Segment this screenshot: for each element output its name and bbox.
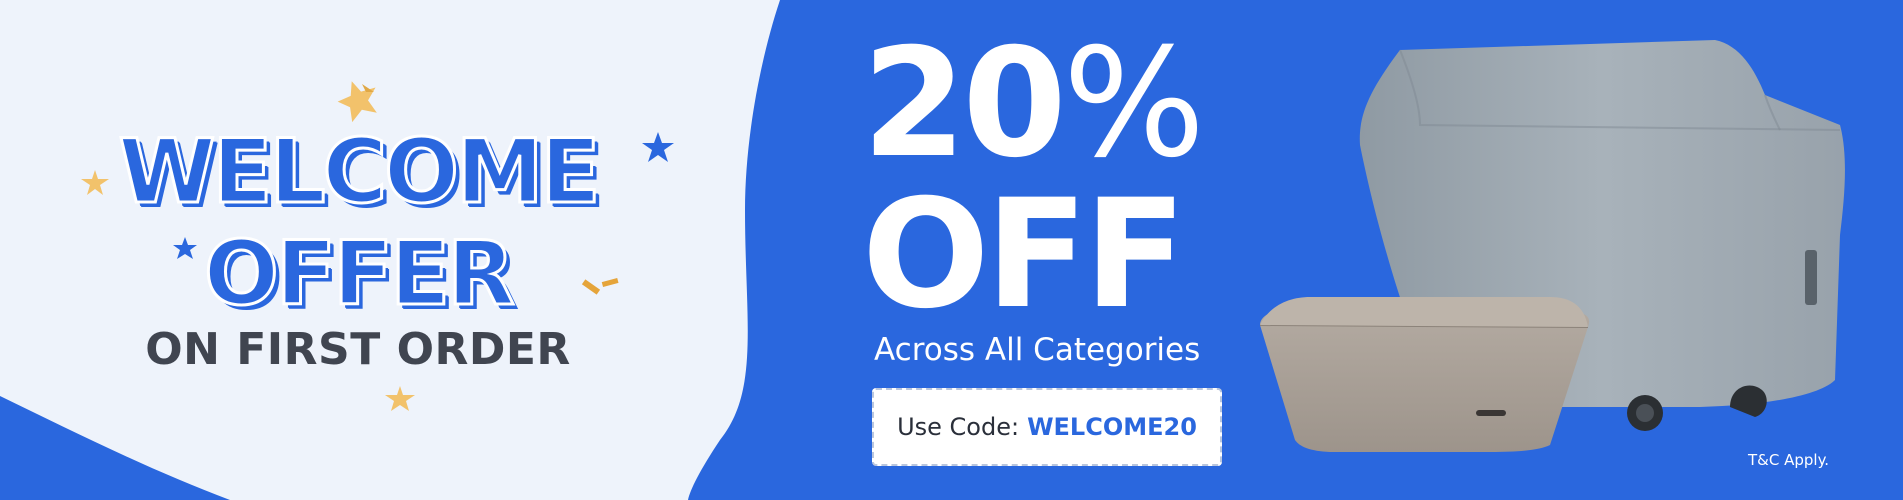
fire-pit-cover-image: [1259, 297, 1590, 452]
discount-sign: %: [1062, 17, 1206, 191]
headline-welcome: WELCOME: [117, 120, 602, 223]
coupon-code-label: Use Code:: [897, 413, 1020, 441]
headline-offer: OFFER: [203, 222, 517, 325]
discount-scope: Across All Categories: [874, 332, 1201, 368]
coupon-code-value: WELCOME20: [1027, 413, 1197, 441]
product-covers-illustration: [1259, 40, 1845, 452]
subheadline: ON FIRST ORDER: [145, 324, 571, 375]
coupon-code-box[interactable]: Use Code: WELCOME20: [872, 388, 1222, 466]
star-icon: [337, 81, 377, 123]
discount-percent: 20%: [862, 24, 1205, 184]
star-icon: [385, 386, 415, 411]
terms-note: T&C Apply.: [1748, 451, 1830, 469]
discount-word: OFF: [862, 168, 1186, 342]
discount-value: 20: [862, 17, 1067, 191]
star-icon: [642, 132, 674, 162]
